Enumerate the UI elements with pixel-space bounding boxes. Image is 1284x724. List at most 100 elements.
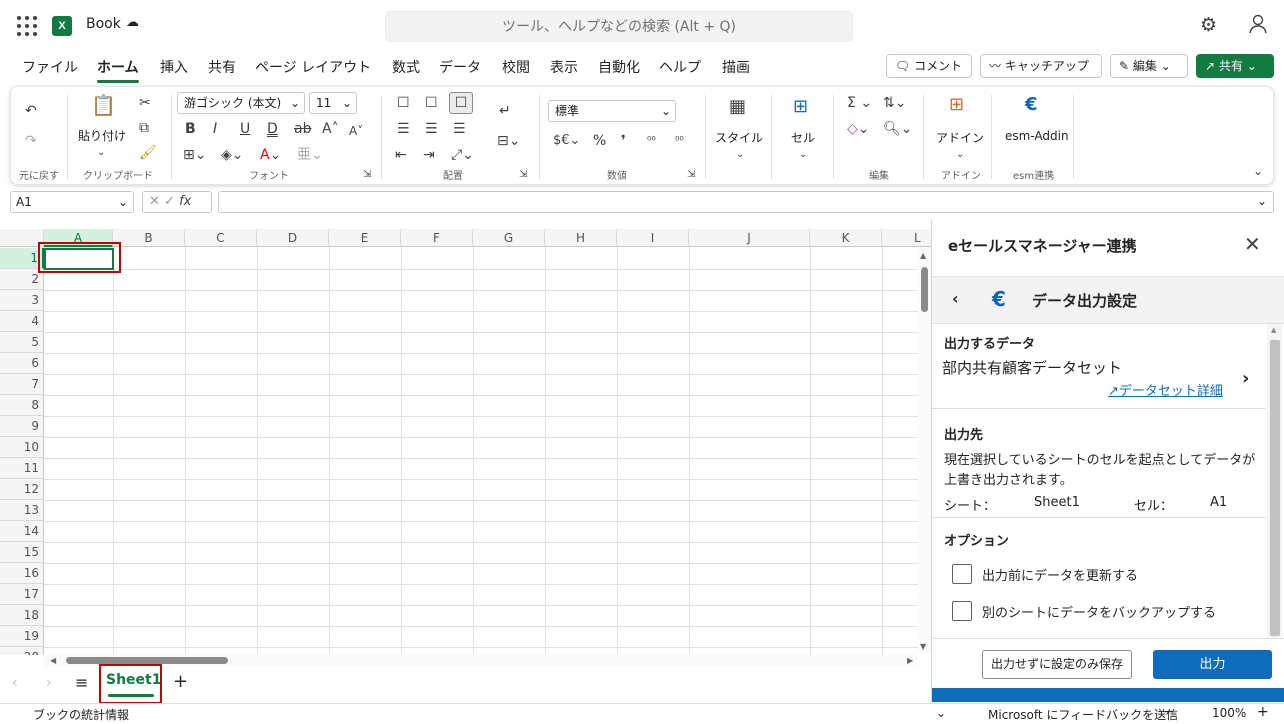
increase-font-icon[interactable]: A˄: [322, 121, 339, 137]
tab-home[interactable]: ホーム: [97, 57, 139, 83]
column-header[interactable]: F: [401, 229, 473, 247]
share-button[interactable]: ↗ 共有 ⌄: [1196, 54, 1274, 78]
column-header[interactable]: G: [473, 229, 545, 247]
row-header[interactable]: 8: [0, 395, 44, 416]
double-underline-icon[interactable]: D: [267, 121, 278, 137]
styles-button[interactable]: スタイル: [715, 129, 763, 146]
align-center-icon[interactable]: ☰: [425, 121, 438, 137]
paste-button[interactable]: 貼り付け: [78, 127, 126, 144]
ribbon-expand-chevron-icon[interactable]: ⌄: [1253, 163, 1263, 179]
phonetic-icon[interactable]: 亜⌄: [297, 147, 323, 163]
chevron-down-icon[interactable]: ⌄: [736, 147, 744, 163]
tab-draw[interactable]: 描画: [722, 57, 750, 77]
increase-decimal-icon[interactable]: ⁰⁰: [647, 133, 656, 149]
pane-scroll-thumb[interactable]: [1270, 340, 1280, 636]
align-right-icon[interactable]: ☰: [453, 121, 466, 137]
backup-sheet-label[interactable]: 別のシートにデータをバックアップする: [982, 602, 1216, 621]
row-header[interactable]: 17: [0, 584, 44, 605]
esm-addin-button[interactable]: esm-Addin: [1005, 129, 1069, 143]
account-icon[interactable]: [1247, 13, 1269, 39]
esm-logo-icon[interactable]: €: [1025, 96, 1038, 114]
row-header[interactable]: 19: [0, 626, 44, 647]
row-header[interactable]: 9: [0, 416, 44, 437]
save-settings-only-button[interactable]: 出力せずに設定のみ保存: [982, 650, 1132, 679]
column-header[interactable]: C: [185, 229, 257, 247]
addins-icon[interactable]: ⊞: [949, 96, 964, 114]
decrease-indent-icon[interactable]: ⇤: [395, 147, 407, 163]
align-dialog-launcher-icon[interactable]: ⇲: [519, 167, 527, 183]
decrease-decimal-icon[interactable]: ⁰⁰: [675, 133, 684, 149]
spreadsheet-grid[interactable]: A B C D E F G H I J K L 1 2 3 4 5 6 7 8 …: [0, 229, 931, 655]
close-icon[interactable]: ✕: [1244, 232, 1261, 256]
row-header[interactable]: 20: [0, 647, 44, 655]
paste-icon[interactable]: 📋: [91, 95, 116, 115]
column-header[interactable]: K: [810, 229, 882, 247]
pane-scroll-up-icon[interactable]: ▲: [1271, 326, 1276, 334]
copy-icon[interactable]: ⧉: [139, 120, 149, 136]
align-top-icon[interactable]: ☐: [397, 95, 410, 111]
redo-icon[interactable]: ↷: [25, 133, 37, 149]
feedback-link[interactable]: Microsoft にフィードバックを送信: [988, 706, 1178, 723]
column-header[interactable]: J: [689, 229, 810, 247]
clear-icon[interactable]: ◇⌄: [847, 121, 870, 137]
underline-icon[interactable]: U: [240, 121, 250, 137]
autosum-icon[interactable]: Σ ⌄: [847, 95, 872, 111]
align-left-icon[interactable]: ☰: [397, 121, 410, 137]
align-bottom-icon[interactable]: ☐: [449, 92, 473, 114]
back-icon[interactable]: ‹: [952, 289, 959, 308]
row-header[interactable]: 7: [0, 374, 44, 395]
tab-formulas[interactable]: 数式: [392, 57, 420, 77]
scroll-up-icon[interactable]: ▲: [920, 251, 926, 260]
name-box[interactable]: A1 ⌄: [10, 191, 134, 213]
comment-button[interactable]: 🗨 コメント: [886, 54, 972, 78]
tab-automate[interactable]: 自動化: [598, 57, 640, 77]
backup-sheet-checkbox[interactable]: [952, 601, 972, 621]
format-painter-icon[interactable]: 🖌: [139, 145, 157, 161]
refresh-before-output-checkbox[interactable]: [952, 564, 972, 584]
enter-icon[interactable]: ✓: [164, 194, 175, 209]
align-middle-icon[interactable]: ☐: [425, 95, 438, 111]
row-header[interactable]: 16: [0, 563, 44, 584]
scroll-down-icon[interactable]: ▼: [920, 642, 926, 651]
zoom-in-icon[interactable]: +: [1257, 704, 1269, 720]
scroll-right-icon[interactable]: ▶: [907, 656, 913, 665]
chevron-right-icon[interactable]: ›: [1242, 368, 1249, 389]
row-header[interactable]: 15: [0, 542, 44, 563]
column-header[interactable]: I: [617, 229, 689, 247]
tab-help[interactable]: ヘルプ: [659, 57, 701, 77]
fx-icon[interactable]: fx: [179, 194, 191, 209]
cells-button[interactable]: セル: [791, 129, 815, 146]
settings-gear-icon[interactable]: ⚙: [1200, 14, 1217, 36]
row-header[interactable]: 10: [0, 437, 44, 458]
tab-share[interactable]: 共有: [208, 57, 236, 77]
catchup-button[interactable]: 〰 キャッチアップ: [980, 54, 1102, 78]
zoom-out-icon[interactable]: −: [1163, 704, 1175, 720]
undo-icon[interactable]: ↶: [25, 103, 37, 119]
column-header[interactable]: B: [113, 229, 185, 247]
comma-style-icon[interactable]: ❜: [621, 133, 626, 149]
chevron-down-icon[interactable]: ⌄: [936, 706, 946, 720]
dataset-detail-link[interactable]: ↗データセット詳細: [1108, 380, 1223, 399]
column-header[interactable]: L: [882, 229, 931, 247]
tab-insert[interactable]: 挿入: [160, 57, 188, 77]
chevron-down-icon[interactable]: ⌄: [799, 147, 807, 163]
borders-icon[interactable]: ⊞⌄: [183, 147, 206, 163]
formula-expand-chevron-icon[interactable]: ⌄: [1257, 194, 1267, 208]
autosave-status-icon[interactable]: ☁: [126, 15, 139, 30]
row-header[interactable]: 13: [0, 500, 44, 521]
refresh-before-output-label[interactable]: 出力前にデータを更新する: [982, 565, 1138, 584]
column-header[interactable]: D: [257, 229, 329, 247]
row-header[interactable]: 14: [0, 521, 44, 542]
tab-data[interactable]: データ: [439, 57, 481, 77]
row-header[interactable]: 11: [0, 458, 44, 479]
row-header[interactable]: 6: [0, 353, 44, 374]
tab-review[interactable]: 校閲: [502, 57, 530, 77]
vertical-scroll-thumb[interactable]: [921, 267, 928, 312]
output-button[interactable]: 出力: [1153, 650, 1272, 679]
font-size-select[interactable]: 11 ⌄: [309, 92, 357, 114]
tab-file[interactable]: ファイル: [22, 57, 78, 77]
edit-mode-button[interactable]: ✎ 編集 ⌄: [1110, 54, 1188, 78]
row-header[interactable]: 3: [0, 290, 44, 311]
font-dialog-launcher-icon[interactable]: ⇲: [363, 167, 371, 183]
strikethrough-icon[interactable]: ab: [294, 121, 311, 137]
